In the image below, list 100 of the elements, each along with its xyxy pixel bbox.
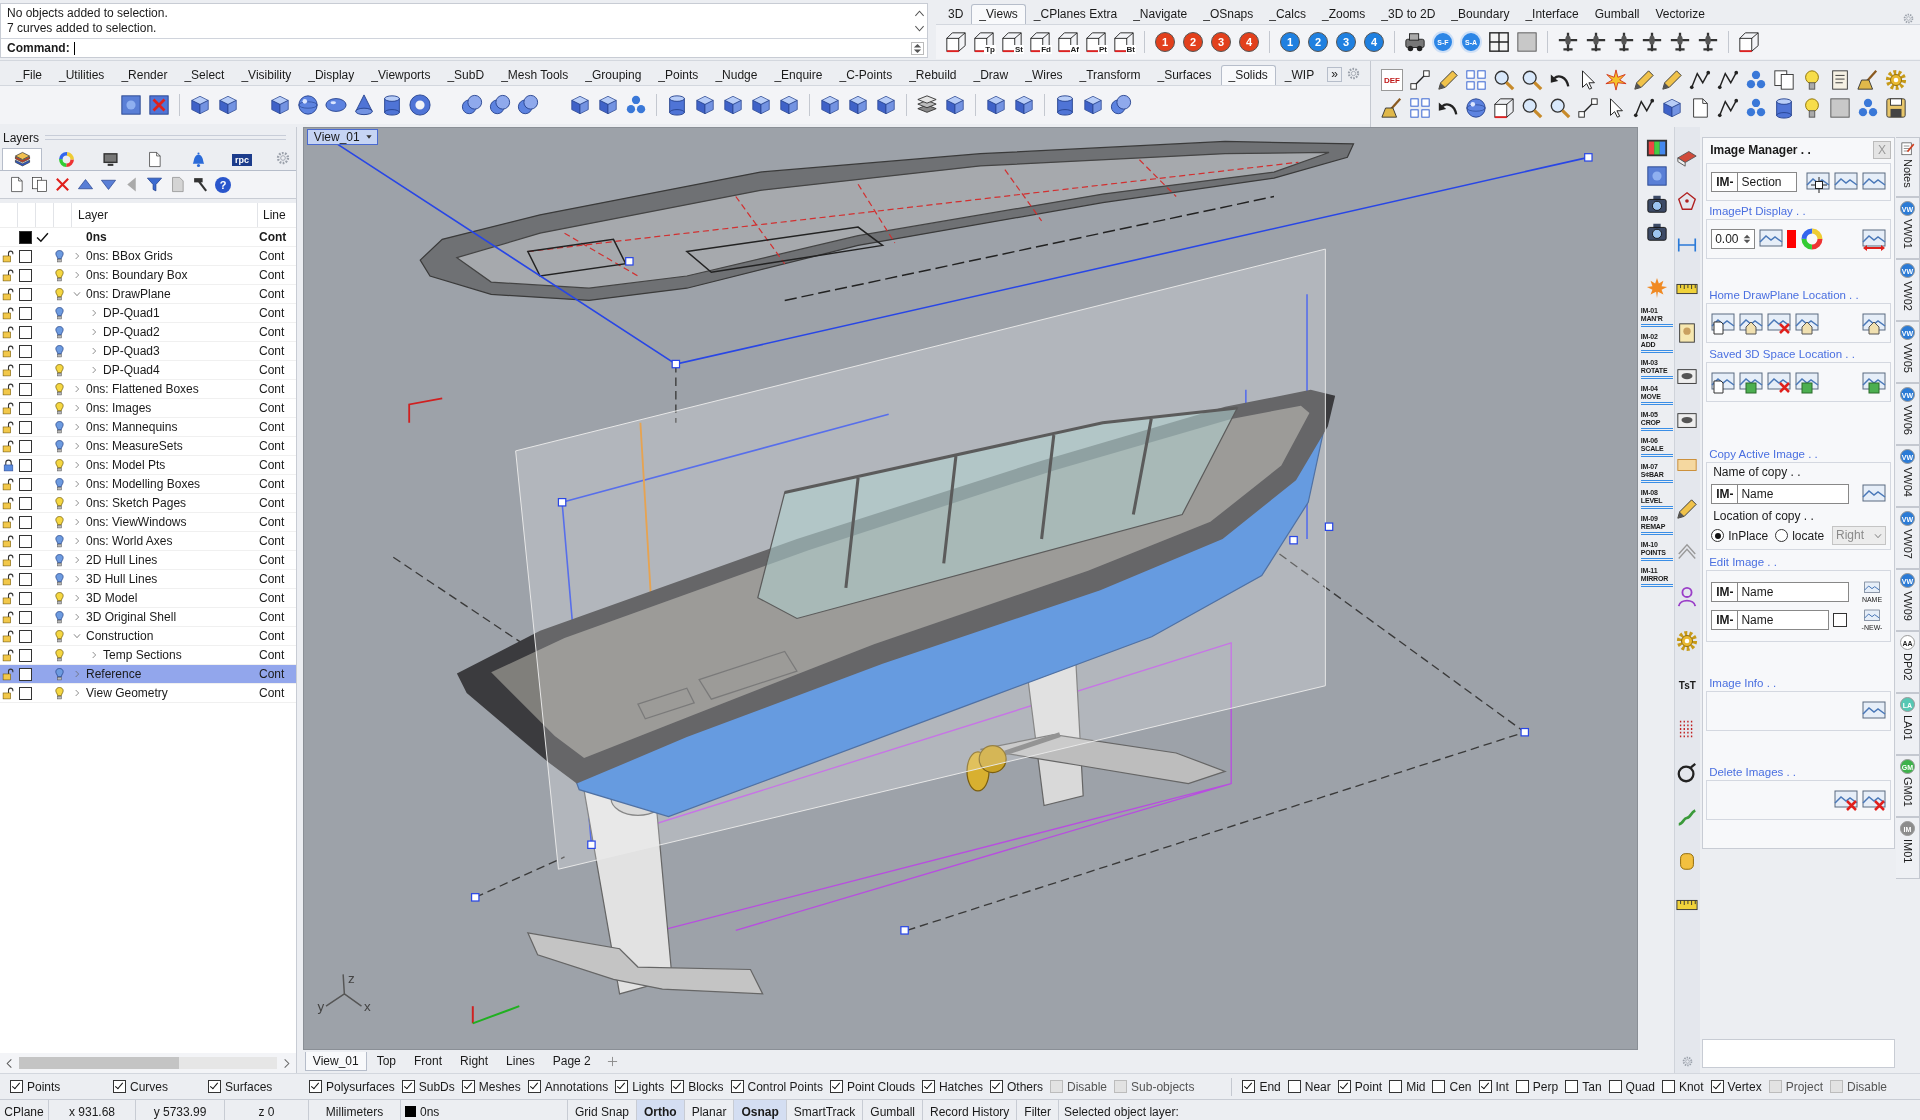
linked-squares-icon[interactable] [1577,97,1599,119]
copy-icon[interactable] [1773,69,1795,91]
lightbulb-icon[interactable] [53,363,66,377]
lightbulb-icon[interactable] [53,420,66,434]
spheres-icon[interactable] [489,94,511,116]
color-swatch[interactable] [19,344,32,358]
camera-icon[interactable] [1645,193,1668,215]
circles-icon[interactable] [1857,97,1879,119]
image-house-icon[interactable] [1795,311,1820,335]
image-crosshair-icon[interactable] [1806,170,1830,194]
wireframe-cube-icon[interactable] [945,31,967,53]
column-header[interactable]: Layer [72,203,258,227]
polyline-icon[interactable] [1717,97,1739,119]
numbered-button[interactable]: 3 [1211,32,1231,52]
airplane-icon[interactable] [1669,31,1691,53]
toolbar-tab[interactable]: 3D [940,4,972,24]
lightbulb-icon[interactable] [53,648,66,662]
color-swatch[interactable] [19,230,32,244]
checkbox-label[interactable]: Perp [1532,1079,1559,1094]
image-name-field[interactable]: Section [1738,172,1798,192]
airplane-icon[interactable] [1697,31,1719,53]
layer-row[interactable]: 0ns: Modelling Boxes Cont [0,475,296,494]
grip-point[interactable] [1583,153,1593,162]
checkbox[interactable] [208,1080,221,1093]
cube-icon[interactable] [189,94,211,116]
view-tab[interactable]: Front [406,1051,451,1071]
image-save-icon[interactable] [1739,370,1764,394]
color-swatch[interactable] [19,477,32,491]
layer-row[interactable]: 0ns: ViewWindows Cont [0,513,296,532]
layer-row[interactable]: 0ns: Sketch Pages Cont [0,494,296,513]
toolbar-tab[interactable]: _OSnaps [1195,4,1262,24]
airplane-icon[interactable] [1557,31,1579,53]
checkbox-label[interactable]: Polysurfaces [326,1079,395,1094]
spheres-icon[interactable] [461,94,483,116]
grip-point[interactable] [1324,522,1334,531]
color-swatch[interactable] [19,401,32,415]
image-save-icon[interactable] [1862,370,1886,394]
layer-row[interactable]: 0ns: World Axes Cont [0,532,296,551]
ring-icon[interactable] [1676,762,1699,784]
status-toggle[interactable]: Gumball [863,1100,923,1120]
cylinder-icon[interactable] [381,94,403,116]
car-icon[interactable] [1404,31,1426,53]
numbered-button[interactable]: 1 [1280,32,1300,52]
toolbar-tab[interactable]: _Render [113,65,176,85]
column-header[interactable]: Line [258,208,286,222]
grip-point[interactable] [1289,535,1298,545]
numbered-button[interactable]: 4 [1239,32,1259,52]
cube-icon[interactable] [722,94,744,116]
toolbar-tab[interactable]: _SubD [439,65,493,85]
cube-icon[interactable] [875,94,897,116]
padlock-open-icon[interactable] [2,439,15,453]
lightbulb-icon[interactable] [53,686,66,700]
grip-point[interactable] [587,840,596,849]
checkbox[interactable] [1608,1080,1622,1093]
lightbulb-icon[interactable] [53,496,66,510]
spheres-icon[interactable] [1110,94,1132,116]
sphere-icon[interactable] [297,94,319,116]
image-delete-icon[interactable] [1834,788,1858,812]
grip-point[interactable] [557,498,567,507]
spinner-arrows-icon[interactable] [911,41,924,55]
circles-icon[interactable] [1745,69,1767,91]
checkbox[interactable] [10,1080,23,1093]
color-swatch[interactable] [19,553,32,567]
circles-icon[interactable] [1745,97,1767,119]
view-tab[interactable]: Right [452,1051,497,1071]
checkbox[interactable] [113,1080,126,1093]
toolbar-tab[interactable]: _C-Points [831,65,901,85]
layer-row[interactable]: 0ns: Flattened Boxes Cont [0,380,296,399]
numbered-button[interactable]: 2 [1183,32,1203,52]
pencil-icon[interactable] [1633,69,1655,91]
padlock-open-icon[interactable] [2,667,15,681]
color-swatch[interactable] [19,591,32,605]
numbered-button[interactable]: 3 [1336,32,1356,52]
text-style-button[interactable]: TsT [1675,674,1700,696]
scroll-down-icon[interactable] [913,23,925,34]
checkbox[interactable] [671,1080,685,1093]
color-swatch[interactable] [19,496,32,510]
checkbox-label[interactable]: Cen [1449,1079,1472,1094]
checkbox-label[interactable]: Others [1007,1079,1043,1094]
toolbar-tab[interactable]: _Rebuild [901,65,965,85]
lightbulb-icon[interactable] [53,325,66,339]
toolbar-tab[interactable]: _Solids [1220,65,1276,85]
padlock-open-icon[interactable] [2,610,15,624]
checkbox-label[interactable]: Quad [1625,1079,1655,1094]
spinner-arrows-icon[interactable] [1742,232,1753,246]
side-tab[interactable]: Notes [1896,137,1920,197]
lightbulb-icon[interactable] [53,591,66,605]
layer-row[interactable]: 3D Hull Lines Cont [0,570,296,589]
panel-tab[interactable]: rpc [222,148,262,170]
toolbar-tab[interactable]: _Utilities [51,65,113,85]
filter-icon[interactable] [146,176,163,193]
save-icon[interactable] [1885,97,1907,119]
checkbox-label[interactable]: Blocks [688,1079,724,1094]
color-swatch[interactable] [19,306,32,320]
checkbox[interactable] [1661,1080,1675,1093]
padlock-closed-icon[interactable] [2,458,15,472]
toolbar-tab[interactable]: _Mesh Tools [493,65,577,85]
color-swatch[interactable] [19,648,32,662]
checkbox[interactable] [921,1080,935,1093]
lightbulb-icon[interactable] [53,458,66,472]
